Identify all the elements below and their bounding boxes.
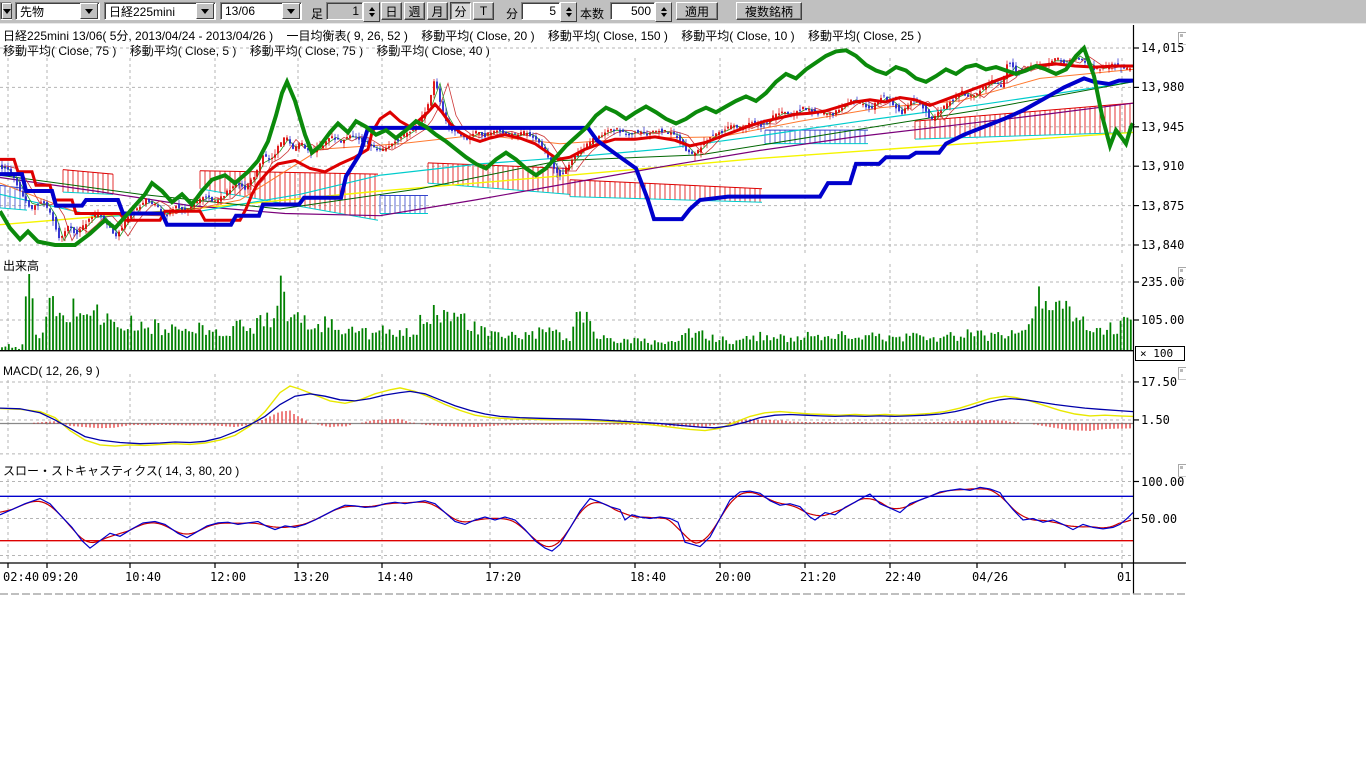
- chart-area: 日経225mini 13/06( 5分, 2013/04/24 - 2013/0…: [0, 24, 1366, 624]
- multi-symbol-button[interactable]: 複数銘柄: [736, 2, 802, 20]
- price-axis-label: 13,910: [1141, 159, 1184, 173]
- minute-stepper[interactable]: 5: [521, 2, 577, 20]
- contract-month-combo[interactable]: 13/06: [220, 2, 302, 20]
- stoch-axis-label: 50.00: [1141, 512, 1177, 526]
- bar-multiple-value[interactable]: 1: [326, 2, 363, 20]
- combo-dropdown-icon[interactable]: [80, 3, 98, 19]
- volume-scale-box: × 100: [1135, 346, 1185, 361]
- macd-axis-label: 17.50: [1141, 375, 1177, 389]
- time-axis-label: 17:20: [485, 570, 521, 584]
- spinner-updown-icon[interactable]: [655, 2, 672, 22]
- panel-scroll-icon[interactable]: [1178, 367, 1186, 380]
- period-tick-button[interactable]: T: [473, 2, 494, 20]
- bar-count-stepper[interactable]: 500: [610, 2, 672, 20]
- price-axis-label: 13,945: [1141, 120, 1184, 134]
- edge-combo-partial[interactable]: [0, 2, 12, 20]
- time-axis-label: 04/26: [972, 570, 1008, 584]
- price-axis-label: 13,875: [1141, 199, 1184, 213]
- time-axis-label: 10:40: [125, 570, 161, 584]
- volume-axis-label: 105.00: [1141, 313, 1184, 327]
- time-axis-label: 09:20: [42, 570, 78, 584]
- panel-scroll-icon[interactable]: [1178, 464, 1186, 477]
- combo-dropdown-icon[interactable]: [2, 3, 12, 19]
- contract-month-value: 13/06: [221, 4, 281, 18]
- symbol-value: 日経225mini: [105, 3, 195, 20]
- bar-type-label: 足: [311, 5, 323, 22]
- toolbar: 先物 日経225mini 13/06 足 1 日 週 月 分 T 分 5 本数 …: [0, 0, 1366, 24]
- macd-panel-title: MACD( 12, 26, 9 ): [3, 364, 100, 378]
- market-type-combo[interactable]: 先物: [15, 2, 100, 20]
- time-axis-label: 12:00: [210, 570, 246, 584]
- panel-scroll-icon[interactable]: [1178, 267, 1186, 280]
- chart-plot[interactable]: [0, 24, 1200, 600]
- price-axis-label: 13,840: [1141, 238, 1184, 252]
- period-week-button[interactable]: 週: [404, 2, 425, 20]
- spinner-updown-icon[interactable]: [363, 2, 380, 22]
- period-day-button[interactable]: 日: [381, 2, 402, 20]
- time-axis-label: 18:40: [630, 570, 666, 584]
- time-axis-label: 02:40: [3, 570, 39, 584]
- time-axis-label: 22:40: [885, 570, 921, 584]
- bar-count-value[interactable]: 500: [610, 2, 655, 20]
- chart-application-window: 先物 日経225mini 13/06 足 1 日 週 月 分 T 分 5 本数 …: [0, 0, 1366, 768]
- symbol-combo[interactable]: 日経225mini: [104, 2, 216, 20]
- period-minute-button[interactable]: 分: [450, 2, 471, 20]
- minute-label: 分: [506, 5, 518, 22]
- price-axis-label: 13,980: [1141, 80, 1184, 94]
- panel-scroll-icon[interactable]: [1178, 32, 1186, 45]
- stoch-panel-title: スロー・ストキャスティクス( 14, 3, 80, 20 ): [3, 462, 239, 479]
- time-axis-label: 20:00: [715, 570, 751, 584]
- time-axis-label: 14:40: [377, 570, 413, 584]
- time-axis-label: 01: [1117, 570, 1131, 584]
- period-month-button[interactable]: 月: [427, 2, 448, 20]
- apply-button[interactable]: 適用: [676, 2, 718, 20]
- volume-panel-title: 出来高: [3, 257, 39, 274]
- bar-count-label: 本数: [580, 5, 604, 22]
- time-axis-label: 21:20: [800, 570, 836, 584]
- combo-dropdown-icon[interactable]: [196, 3, 214, 19]
- spinner-updown-icon[interactable]: [560, 2, 577, 22]
- market-type-value: 先物: [16, 3, 79, 20]
- macd-axis-label: 1.50: [1141, 413, 1170, 427]
- minute-value[interactable]: 5: [521, 2, 560, 20]
- time-axis-label: 13:20: [293, 570, 329, 584]
- combo-dropdown-icon[interactable]: [282, 3, 300, 19]
- bar-multiple-stepper[interactable]: 1: [326, 2, 380, 20]
